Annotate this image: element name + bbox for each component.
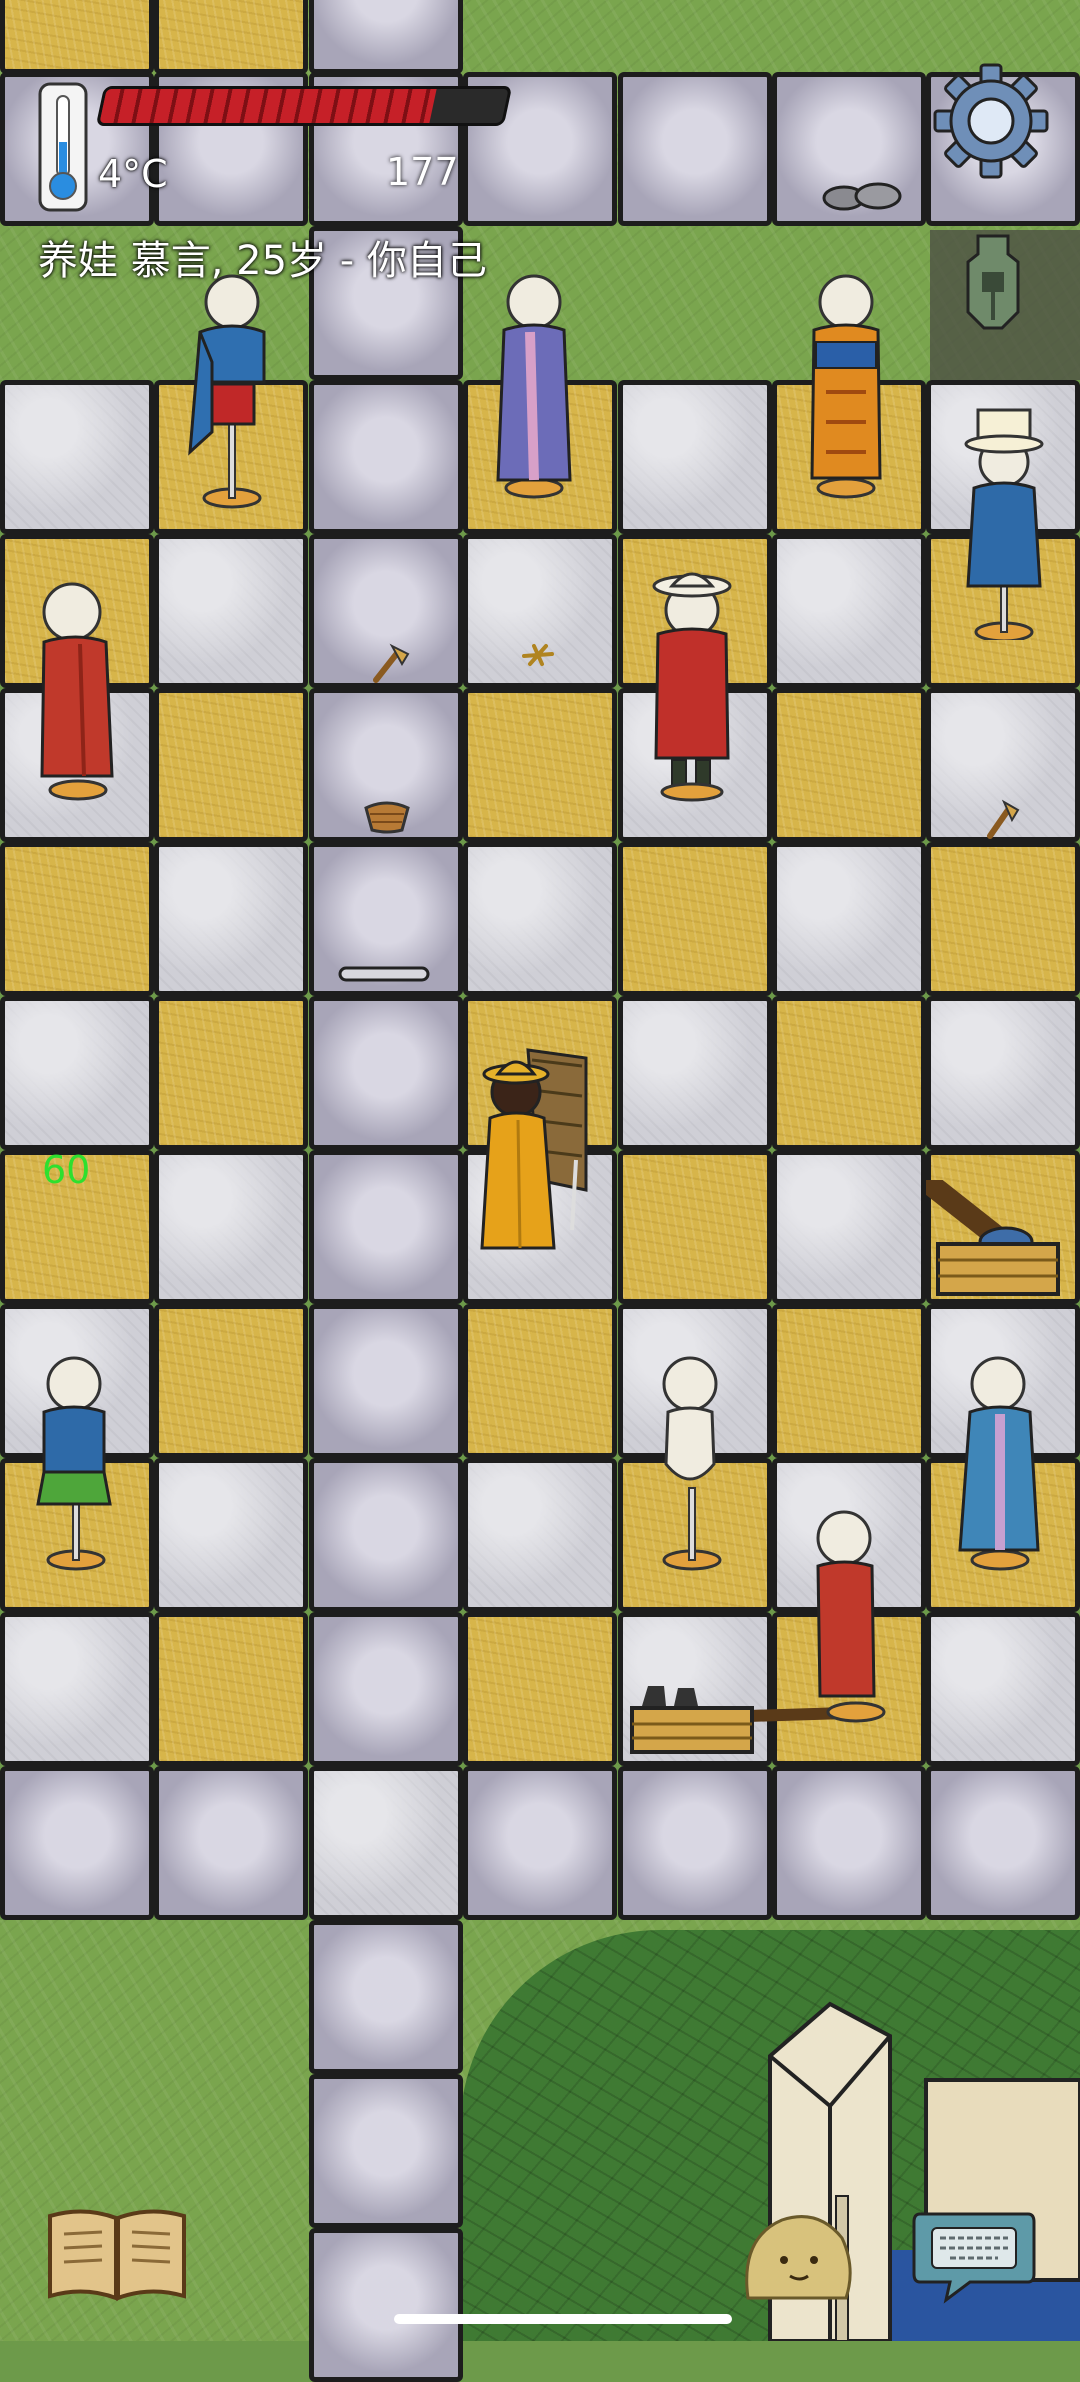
stone-hatchet-item[interactable] <box>368 640 414 686</box>
mannequin-hat-red-coat[interactable] <box>632 564 752 804</box>
stone-path-tile <box>618 1766 772 1920</box>
food-bar-fill <box>99 89 437 123</box>
floor-tile <box>154 0 308 74</box>
floor-tile <box>463 1612 617 1766</box>
stone-path-tile <box>926 1766 1080 1920</box>
stone-path-tile <box>309 1920 463 2074</box>
floor-tile <box>154 996 308 1150</box>
floor-tile <box>154 1150 308 1304</box>
book-icon[interactable] <box>44 2206 190 2302</box>
game-world[interactable] <box>0 0 1080 2382</box>
floor-tile <box>618 996 772 1150</box>
flat-stones-item[interactable] <box>820 178 904 214</box>
floor-tile <box>926 842 1080 996</box>
player-character[interactable] <box>468 1040 598 1260</box>
thermometer-icon <box>38 82 88 212</box>
floor-tile <box>463 842 617 996</box>
floor-tile <box>0 996 154 1150</box>
floor-tile <box>772 534 926 688</box>
mannequin-red-robe[interactable] <box>20 580 140 820</box>
floor-tile <box>772 688 926 842</box>
home-indicator[interactable] <box>394 2314 732 2324</box>
floor-tile <box>772 1304 926 1458</box>
floor-tile <box>618 380 772 534</box>
keyboard-chat-icon[interactable] <box>910 2204 1038 2304</box>
floor-tile <box>309 1766 463 1920</box>
mannequin-purple-robe[interactable] <box>474 272 594 512</box>
stone-path-tile <box>463 1766 617 1920</box>
stone-path-tile <box>309 1458 463 1612</box>
floor-tile <box>154 1304 308 1458</box>
stone-path-tile <box>618 72 772 226</box>
stone-path-tile <box>772 1766 926 1920</box>
floor-tile <box>618 842 772 996</box>
stone-path-tile <box>154 1766 308 1920</box>
mannequin-red-robe[interactable] <box>788 1508 908 1748</box>
mannequin-teal-gown[interactable] <box>940 1354 1060 1594</box>
stone-path-tile <box>0 1766 154 1920</box>
gear-icon[interactable] <box>932 62 1050 180</box>
stone-path-tile <box>309 380 463 534</box>
temperature-readout: 4°C <box>98 152 168 196</box>
stone-path-tile <box>309 1612 463 1766</box>
mannequin-blue-shirt-green-skirt[interactable] <box>14 1354 134 1594</box>
mannequin-empty[interactable] <box>630 1354 750 1594</box>
floor-tile <box>154 688 308 842</box>
pipe-item[interactable] <box>336 964 432 984</box>
floor-tile <box>772 842 926 996</box>
stone-hatchet-item[interactable] <box>984 796 1024 842</box>
basket-item[interactable] <box>362 798 412 834</box>
floor-tile <box>926 1612 1080 1766</box>
stone-path-tile <box>309 2074 463 2228</box>
floor-tile <box>772 996 926 1150</box>
floor-tile <box>154 1612 308 1766</box>
emote-face-icon[interactable] <box>738 2208 856 2304</box>
stone-path-tile <box>309 2228 463 2382</box>
stone-path-tile <box>309 0 463 74</box>
floor-tile <box>926 996 1080 1150</box>
floor-tile <box>154 842 308 996</box>
spade-coin-icon[interactable] <box>958 232 1028 332</box>
stone-path-tile <box>309 1304 463 1458</box>
floor-tile <box>463 1304 617 1458</box>
floor-tile <box>463 688 617 842</box>
crate-with-log-item[interactable] <box>926 1180 1066 1300</box>
seed-item[interactable] <box>520 640 556 670</box>
food-bar <box>95 86 513 126</box>
floor-tile <box>0 842 154 996</box>
stone-path-tile <box>309 1150 463 1304</box>
floor-tile <box>154 534 308 688</box>
fps-counter: 60 <box>42 1148 91 1192</box>
player-name-label: 养娃 慕言, 25岁 - 你自己 <box>38 238 487 284</box>
floor-tile <box>618 1150 772 1304</box>
floor-tile <box>772 1150 926 1304</box>
mannequin-orange-robe[interactable] <box>786 272 906 512</box>
yum-counter: 177 <box>386 150 459 194</box>
floor-tile <box>154 1458 308 1612</box>
floor-tile <box>0 1612 154 1766</box>
floor-tile <box>463 1458 617 1612</box>
stone-path-tile <box>309 996 463 1150</box>
floor-tile <box>0 0 154 74</box>
floor-tile <box>0 380 154 534</box>
mannequin-blue-cape[interactable] <box>172 272 292 512</box>
mannequin-top-hat-blue-dress[interactable] <box>944 400 1064 640</box>
